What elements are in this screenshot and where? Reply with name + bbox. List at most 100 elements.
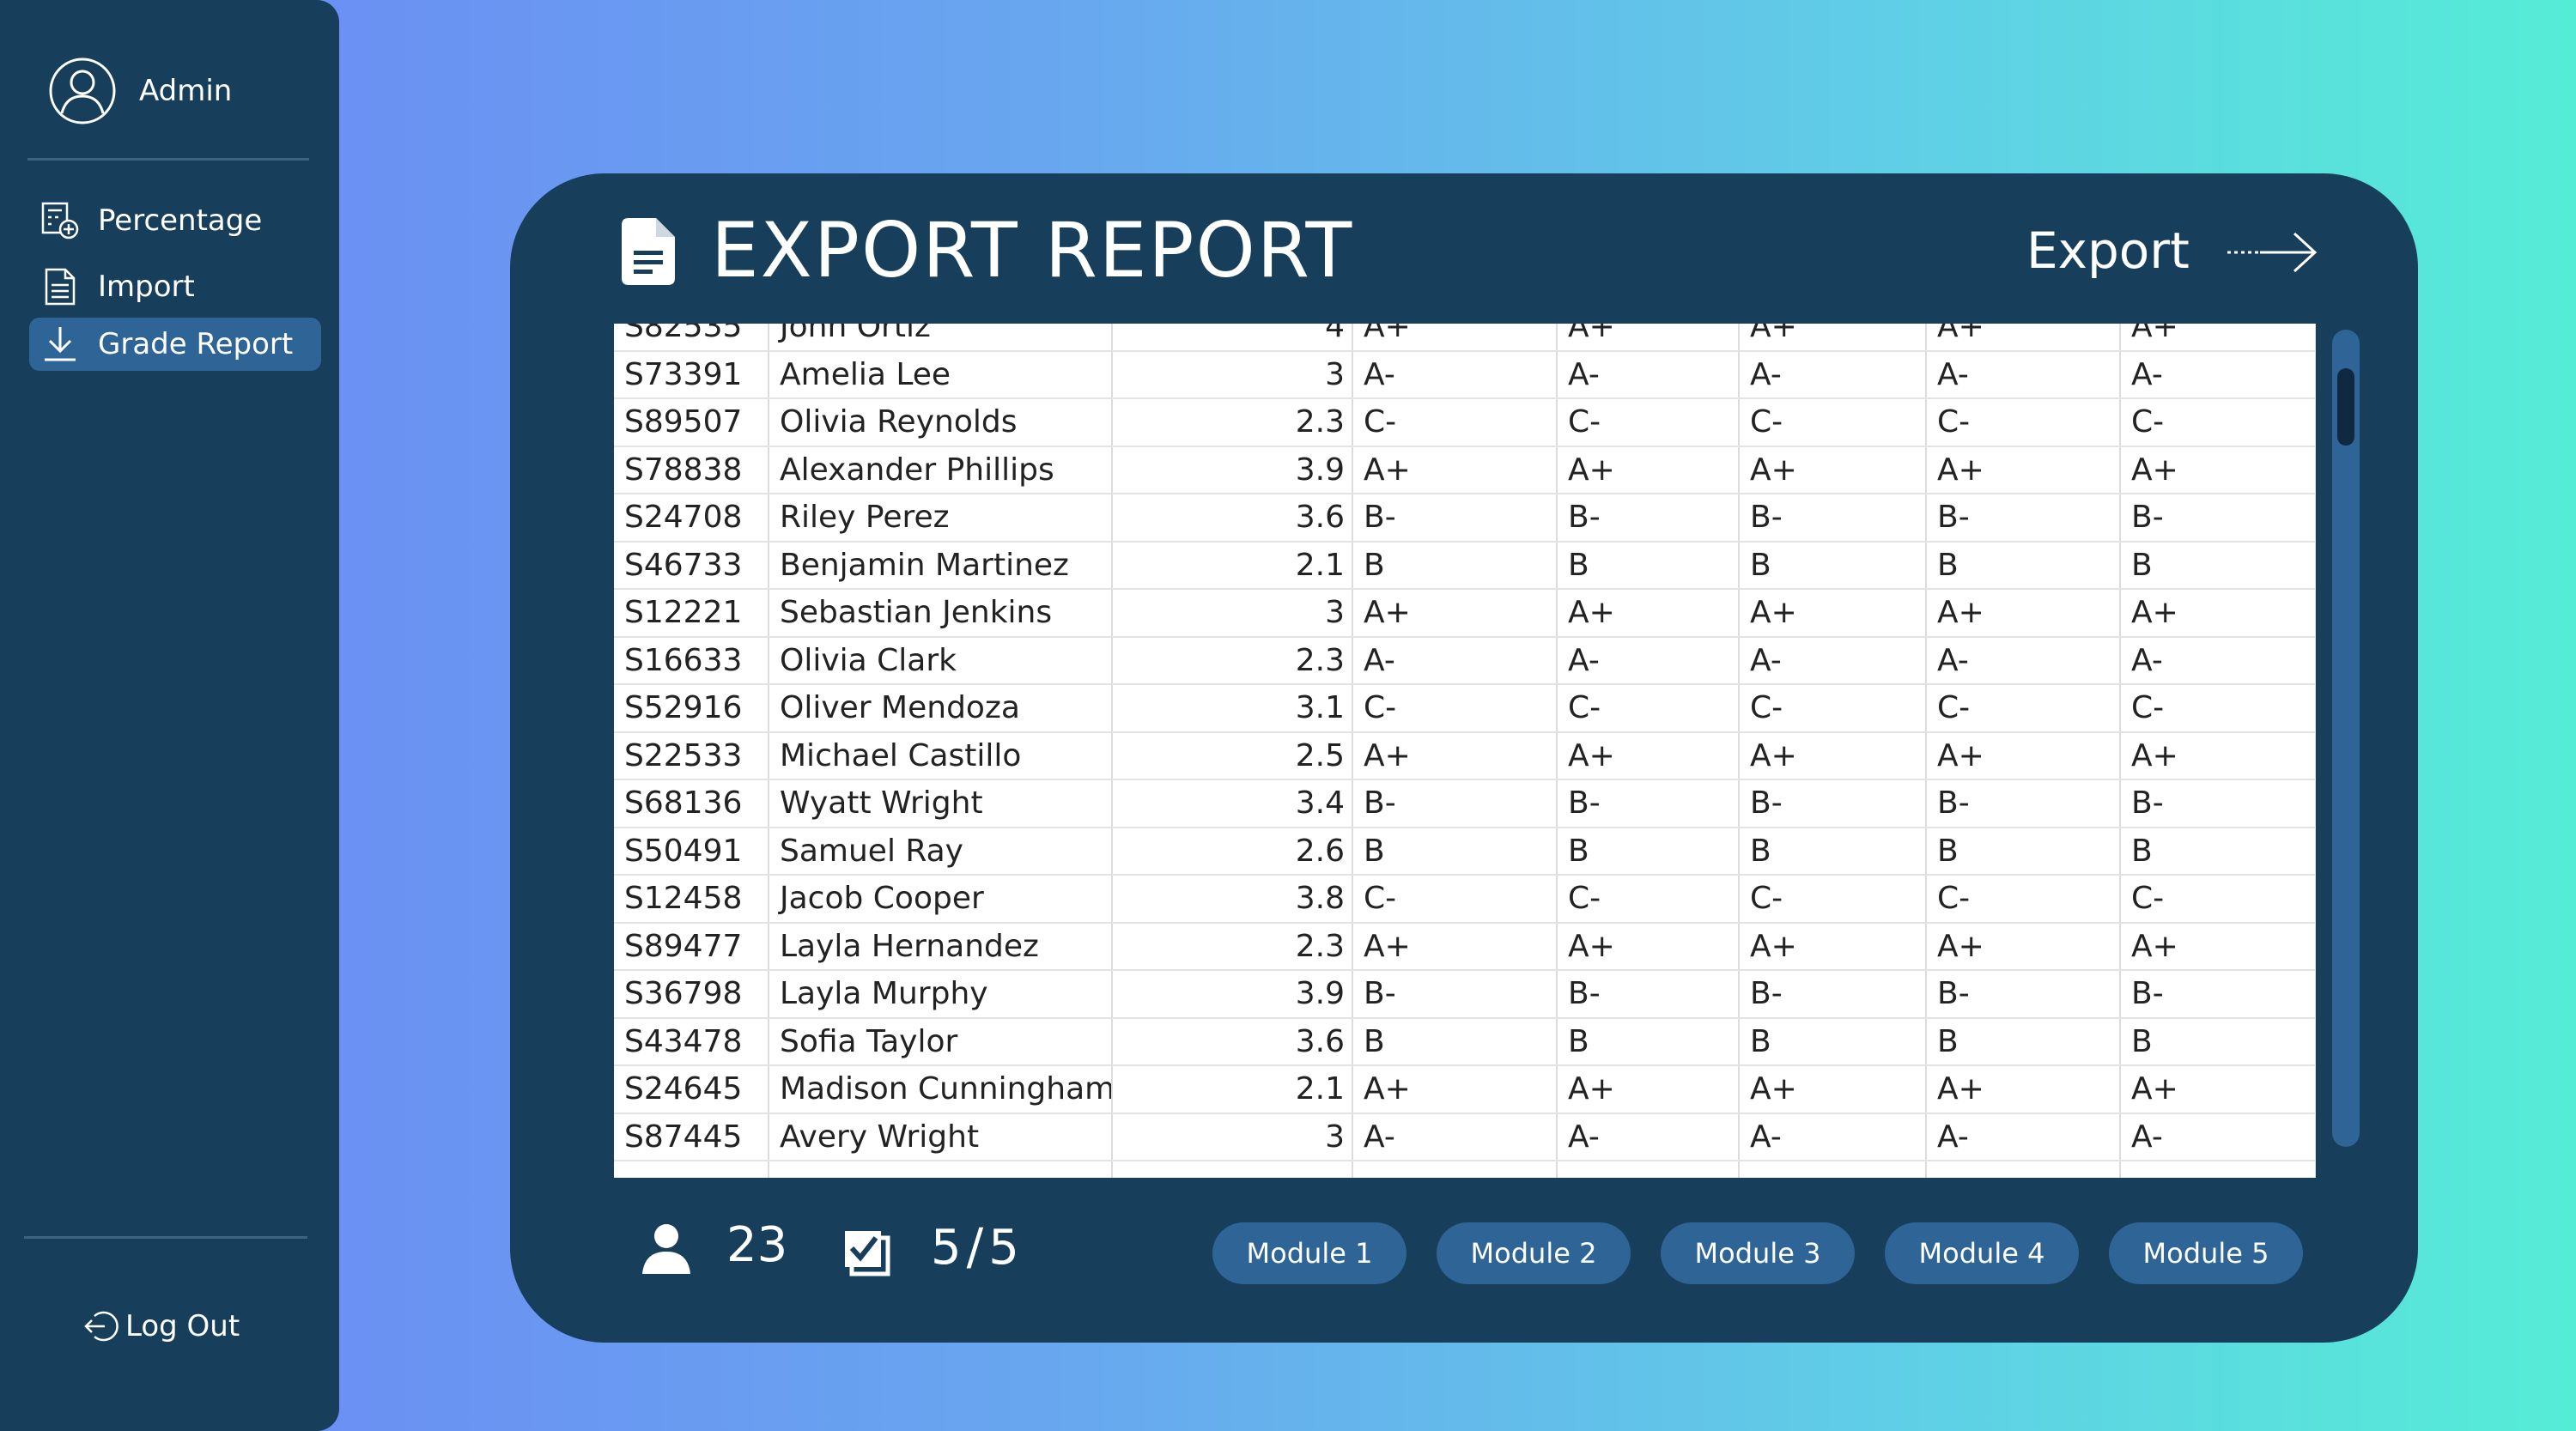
module-4-button[interactable]: Module 4 bbox=[1885, 1222, 2079, 1284]
table-cell: C- bbox=[1926, 398, 2121, 447]
table-cell: 3.9 bbox=[1112, 446, 1353, 494]
table-cell: Layla Hernandez bbox=[769, 922, 1113, 971]
sidebar-item-grade-report[interactable]: Grade Report bbox=[29, 318, 321, 371]
table-cell: A+ bbox=[2120, 1065, 2316, 1114]
table-cell: A+ bbox=[1557, 589, 1740, 638]
table-cell: C- bbox=[1739, 875, 1927, 924]
table-row[interactable]: S87445 Avery Wright 3 A- A- A- A- A- bbox=[614, 1113, 2316, 1161]
table-cell: S82535 bbox=[614, 324, 769, 352]
table-row[interactable]: S78838 Alexander Phillips 3.9 A+ A+ A+ A+ A+ bbox=[614, 446, 2316, 494]
table-cell bbox=[769, 1161, 1113, 1178]
table-cell: 3 bbox=[1112, 1113, 1353, 1161]
table-cell: S43478 bbox=[614, 1017, 769, 1066]
module-3-button[interactable]: Module 3 bbox=[1661, 1222, 1855, 1284]
table-cell: 3.4 bbox=[1112, 779, 1353, 828]
table-cell: B bbox=[2120, 541, 2316, 590]
profile[interactable]: Admin bbox=[48, 57, 232, 125]
table-cell: A+ bbox=[1557, 446, 1740, 494]
table-cell: 2.3 bbox=[1112, 398, 1353, 447]
grade-table[interactable]: S82535 John Ortiz 4 A+ A+ A+ A+ A+ S73391 Amelia … bbox=[614, 324, 2316, 1178]
table-cell: S52916 bbox=[614, 684, 769, 733]
table-row[interactable]: S52916 Oliver Mendoza 3.1 C- C- C- C- C- bbox=[614, 684, 2316, 733]
table-cell: A+ bbox=[1739, 1065, 1927, 1114]
table-cell: B- bbox=[1557, 779, 1740, 828]
table-cell: A+ bbox=[1557, 731, 1740, 780]
table-cell: A+ bbox=[1739, 324, 1927, 352]
table-cell: B bbox=[1739, 1017, 1927, 1066]
table-cell: Sofia Taylor bbox=[769, 1017, 1113, 1066]
table-cell: Alexander Phillips bbox=[769, 446, 1113, 494]
checkbox-checked-icon bbox=[845, 1231, 890, 1276]
sidebar-item-label: Import bbox=[98, 270, 195, 304]
table-cell: 3 bbox=[1112, 350, 1353, 399]
table-row[interactable]: S12458 Jacob Cooper 3.8 C- C- C- C- C- bbox=[614, 875, 2316, 924]
logout-button[interactable]: Log Out bbox=[82, 1307, 240, 1345]
module-2-button[interactable]: Module 2 bbox=[1437, 1222, 1631, 1284]
table-cell: A- bbox=[1926, 350, 2121, 399]
module-5-button[interactable]: Module 5 bbox=[2109, 1222, 2303, 1284]
export-button[interactable]: Export bbox=[2026, 221, 2190, 280]
table-cell: A+ bbox=[1557, 1065, 1740, 1114]
table-cell bbox=[2120, 1161, 2316, 1178]
table-row[interactable]: S73391 Amelia Lee 3 A- A- A- A- A- bbox=[614, 350, 2316, 399]
sidebar-divider bbox=[27, 158, 309, 161]
table-row[interactable]: S22533 Michael Castillo 2.5 A+ A+ A+ A+ A+ bbox=[614, 731, 2316, 780]
table-row[interactable]: S36798 Layla Murphy 3.9 B- B- B- B- B- bbox=[614, 970, 2316, 1019]
table-row[interactable]: S12221 Sebastian Jenkins 3 A+ A+ A+ A+ A+ bbox=[614, 589, 2316, 638]
table-cell: C- bbox=[1352, 684, 1558, 733]
table-cell: A- bbox=[1926, 636, 2121, 685]
table-cell: B bbox=[2120, 827, 2316, 876]
table-cell: A+ bbox=[1739, 731, 1927, 780]
table-cell: S89507 bbox=[614, 398, 769, 447]
table-cell: B bbox=[1557, 827, 1740, 876]
table-cell: B- bbox=[1557, 970, 1740, 1019]
table-cell: B bbox=[1557, 541, 1740, 590]
table-cell: A+ bbox=[2120, 731, 2316, 780]
table-cell: A- bbox=[1739, 350, 1927, 399]
table-cell: C- bbox=[1352, 875, 1558, 924]
table-row[interactable]: S89507 Olivia Reynolds 2.3 C- C- C- C- C- bbox=[614, 398, 2316, 447]
table-cell: B- bbox=[1352, 494, 1558, 543]
sidebar-item-import[interactable]: Import bbox=[29, 260, 321, 313]
table-cell: A+ bbox=[2120, 324, 2316, 352]
table-cell: Samuel Ray bbox=[769, 827, 1113, 876]
sidebar-item-percentage[interactable]: Percentage bbox=[29, 194, 321, 247]
table-cell bbox=[1926, 1161, 2121, 1178]
table-scrollbar[interactable] bbox=[2332, 330, 2360, 1147]
table-row[interactable]: S24645 Madison Cunningham 2.1 A+ A+ A+ A+ A+ bbox=[614, 1065, 2316, 1114]
sidebar: Admin Percentage Import Grade Report Log… bbox=[0, 0, 339, 1431]
sidebar-divider bbox=[24, 1236, 307, 1239]
table-cell: Avery Wright bbox=[769, 1113, 1113, 1161]
arrow-right-icon[interactable] bbox=[2226, 227, 2320, 278]
table-cell: 2.3 bbox=[1112, 636, 1353, 685]
export-report-panel: EXPORT REPORT Export S82535 John Ortiz 4 A+… bbox=[510, 173, 2418, 1343]
table-row[interactable]: S50491 Samuel Ray 2.6 B B B B B bbox=[614, 827, 2316, 876]
modules-done: 5 bbox=[931, 1220, 962, 1276]
module-1-button[interactable]: Module 1 bbox=[1212, 1222, 1406, 1284]
scrollbar-thumb[interactable] bbox=[2337, 368, 2354, 446]
table-row[interactable] bbox=[614, 1161, 2316, 1178]
table-cell: S12221 bbox=[614, 589, 769, 638]
table-cell: S68136 bbox=[614, 779, 769, 828]
table-cell: C- bbox=[1557, 875, 1740, 924]
table-cell: A- bbox=[1926, 1113, 2121, 1161]
table-cell: Oliver Mendoza bbox=[769, 684, 1113, 733]
table-row[interactable]: S43478 Sofia Taylor 3.6 B B B B B bbox=[614, 1017, 2316, 1066]
table-cell: 3.8 bbox=[1112, 875, 1353, 924]
table-row[interactable]: S46733 Benjamin Martinez 2.1 B B B B B bbox=[614, 541, 2316, 590]
table-row[interactable]: S89477 Layla Hernandez 2.3 A+ A+ A+ A+ A+ bbox=[614, 922, 2316, 971]
table-row[interactable]: S82535 John Ortiz 4 A+ A+ A+ A+ A+ bbox=[614, 324, 2316, 352]
table-cell: B- bbox=[1557, 494, 1740, 543]
table-cell: 2.6 bbox=[1112, 827, 1353, 876]
table-cell: S73391 bbox=[614, 350, 769, 399]
table-cell: 3 bbox=[1112, 589, 1353, 638]
table-cell: A+ bbox=[1926, 731, 2121, 780]
table-cell: A+ bbox=[1557, 324, 1740, 352]
table-cell: B bbox=[1739, 827, 1927, 876]
table-cell: B- bbox=[1739, 494, 1927, 543]
table-cell: 3.1 bbox=[1112, 684, 1353, 733]
table-row[interactable]: S24708 Riley Perez 3.6 B- B- B- B- B- bbox=[614, 494, 2316, 543]
table-row[interactable]: S16633 Olivia Clark 2.3 A- A- A- A- A- bbox=[614, 636, 2316, 685]
table-cell: A+ bbox=[1926, 1065, 2121, 1114]
table-row[interactable]: S68136 Wyatt Wright 3.4 B- B- B- B- B- bbox=[614, 779, 2316, 828]
